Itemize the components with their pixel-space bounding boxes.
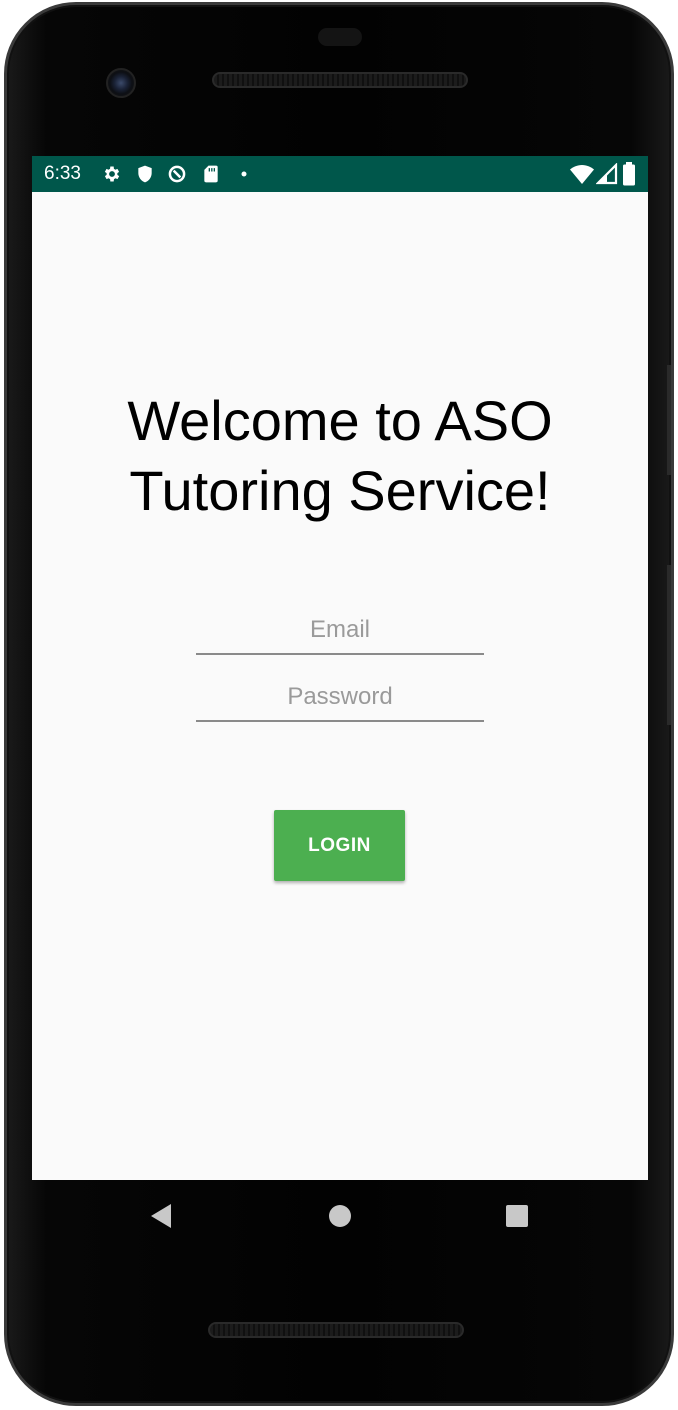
password-field[interactable] xyxy=(196,678,484,722)
welcome-line-2: Tutoring Service! xyxy=(129,459,551,522)
settings-gear-icon xyxy=(104,166,120,182)
power-button xyxy=(667,565,671,725)
top-speaker-grille xyxy=(212,72,468,88)
recents-icon[interactable] xyxy=(505,1204,529,1228)
welcome-heading: Welcome to ASO Tutoring Service! xyxy=(32,386,648,526)
login-button[interactable]: LOGIN xyxy=(274,810,405,881)
volume-button xyxy=(667,365,671,475)
cell-signal-icon xyxy=(596,163,618,185)
back-icon[interactable] xyxy=(149,1203,173,1229)
front-camera xyxy=(106,68,136,98)
home-icon[interactable] xyxy=(327,1203,353,1229)
status-bar: 6:33 xyxy=(32,156,648,192)
email-field[interactable] xyxy=(196,611,484,655)
shield-icon xyxy=(138,165,152,183)
data-saver-icon xyxy=(168,165,186,183)
welcome-line-1: Welcome to ASO xyxy=(127,389,553,452)
status-time: 6:33 xyxy=(44,163,81,184)
wifi-icon xyxy=(570,165,594,184)
app-screen: 6:33 Welcome to ASO Tutoring Service! Em… xyxy=(32,156,648,1180)
sd-card-icon xyxy=(204,165,218,183)
bottom-speaker-grille xyxy=(208,1322,464,1338)
battery-icon xyxy=(623,162,635,186)
notification-dot-icon xyxy=(241,171,247,177)
earpiece-notch xyxy=(318,28,362,46)
